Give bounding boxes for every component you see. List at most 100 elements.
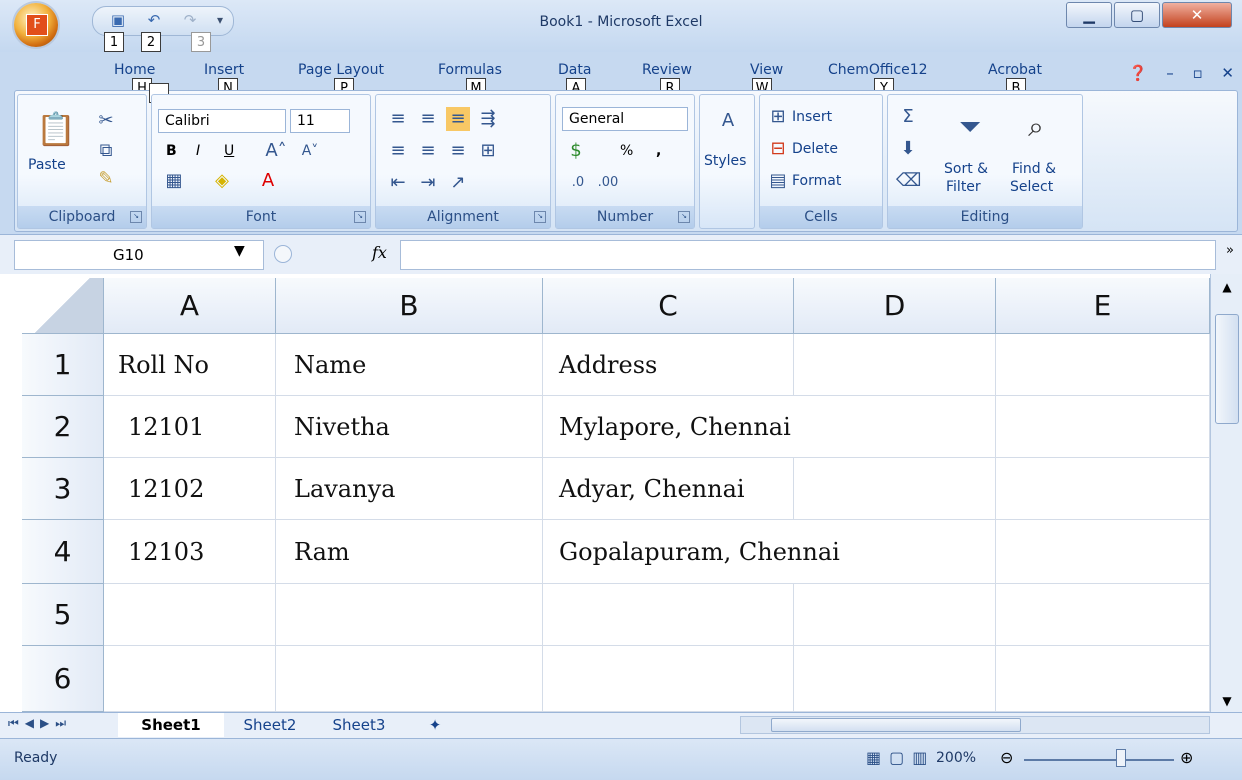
formula-input[interactable]: [400, 240, 1216, 270]
tab-data[interactable]: Data: [558, 62, 591, 78]
ribbon-minimize-icon[interactable]: –: [1166, 64, 1174, 82]
tab-formulas[interactable]: Formulas: [438, 62, 502, 78]
help-icon[interactable]: ❓: [1129, 64, 1148, 82]
cell-e6[interactable]: [996, 646, 1210, 712]
delete-cells-icon[interactable]: ⊟: [766, 137, 790, 161]
cell-c4[interactable]: Gopalapuram, Chennai: [543, 520, 840, 584]
tab-acrobat[interactable]: Acrobat: [988, 62, 1042, 78]
sort-filter-label-2[interactable]: Filter: [946, 177, 981, 197]
scroll-down-icon[interactable]: ▼: [1219, 694, 1235, 708]
cell-c2[interactable]: Mylapore, Chennai: [543, 396, 794, 458]
align-right-icon[interactable]: ≡: [446, 139, 470, 163]
align-center-icon[interactable]: ≡: [416, 139, 440, 163]
sheet-tab-2[interactable]: Sheet2: [226, 713, 314, 737]
find-select-label[interactable]: Find &: [1012, 159, 1056, 179]
format-painter-icon[interactable]: ✎: [94, 167, 118, 191]
sheet-nav-icon[interactable]: ⏮◀▶⏭: [8, 716, 72, 731]
cell-c5[interactable]: [543, 584, 794, 646]
accounting-format-icon[interactable]: $: [564, 139, 588, 163]
scroll-up-icon[interactable]: ▲: [1219, 280, 1235, 294]
cell-e5[interactable]: [996, 584, 1210, 646]
increase-indent-icon[interactable]: ⇥: [416, 171, 440, 195]
zoom-level[interactable]: 200%: [936, 750, 976, 766]
tab-review[interactable]: Review: [642, 62, 692, 78]
column-header-b[interactable]: B: [276, 278, 543, 334]
autosum-icon[interactable]: Σ: [896, 105, 920, 129]
cell-b2[interactable]: Nivetha: [276, 396, 543, 458]
redo-icon[interactable]: ↷: [181, 12, 199, 28]
cell-e3[interactable]: [996, 458, 1210, 520]
insert-cells-icon[interactable]: ⊞: [766, 105, 790, 129]
ribbon-restore-icon[interactable]: ▫: [1192, 64, 1202, 82]
cell-b4[interactable]: Ram: [276, 520, 543, 584]
insert-sheet-icon[interactable]: ✦: [410, 713, 460, 737]
styles-icon[interactable]: A: [714, 109, 742, 137]
sheet-tab-1[interactable]: Sheet1: [118, 713, 224, 737]
comma-style-button[interactable]: ,: [656, 141, 661, 161]
cell-c1[interactable]: Address: [543, 334, 794, 396]
undo-icon[interactable]: ↶: [145, 12, 163, 28]
grow-font-icon[interactable]: A˄: [264, 139, 288, 163]
save-icon[interactable]: ▣: [109, 12, 127, 28]
align-top-icon[interactable]: ≡: [386, 107, 410, 131]
percent-style-button[interactable]: %: [620, 141, 633, 161]
column-header-e[interactable]: E: [996, 278, 1210, 334]
cell-d4[interactable]: [794, 520, 996, 584]
view-buttons-icon[interactable]: ▦▢▥: [866, 748, 935, 767]
cell-a4[interactable]: 12103: [104, 520, 276, 584]
find-icon[interactable]: ⌕: [1018, 109, 1054, 145]
shrink-font-icon[interactable]: A˅: [298, 139, 322, 163]
font-name-select[interactable]: Calibri: [158, 109, 286, 133]
row-header-2[interactable]: 2: [22, 396, 104, 458]
zoom-out-icon[interactable]: ⊖: [1000, 748, 1013, 767]
customize-qat-icon[interactable]: ▾: [211, 12, 229, 28]
cell-c3[interactable]: Adyar, Chennai: [543, 458, 794, 520]
cell-e4[interactable]: [996, 520, 1210, 584]
align-middle-icon[interactable]: ≡: [416, 107, 440, 131]
wrap-text-icon[interactable]: ⇶: [476, 107, 500, 131]
paste-button[interactable]: Paste: [28, 155, 66, 175]
underline-button[interactable]: U: [224, 141, 234, 161]
row-header-4[interactable]: 4: [22, 520, 104, 584]
cell-b5[interactable]: [276, 584, 543, 646]
cell-d6[interactable]: [794, 646, 996, 712]
tab-page-layout[interactable]: Page Layout: [298, 62, 384, 78]
cell-d3[interactable]: [794, 458, 996, 520]
clear-icon[interactable]: ⌫: [896, 169, 921, 193]
minimize-button[interactable]: ▁: [1066, 2, 1112, 28]
copy-icon[interactable]: ⧉: [94, 139, 118, 163]
font-launcher-icon[interactable]: ↘: [354, 211, 366, 223]
align-bottom-icon[interactable]: ≡: [446, 107, 470, 131]
cell-a2[interactable]: 12101: [104, 396, 276, 458]
insert-cells-button[interactable]: Insert: [792, 107, 832, 127]
fill-icon[interactable]: ⬇: [896, 137, 920, 161]
cell-c6[interactable]: [543, 646, 794, 712]
office-button[interactable]: F: [14, 3, 58, 47]
cell-d1[interactable]: [794, 334, 996, 396]
cell-a3[interactable]: 12102: [104, 458, 276, 520]
cell-b3[interactable]: Lavanya: [276, 458, 543, 520]
delete-cells-button[interactable]: Delete: [792, 139, 838, 159]
zoom-slider[interactable]: [1024, 759, 1174, 761]
align-left-icon[interactable]: ≡: [386, 139, 410, 163]
cell-d2[interactable]: [794, 396, 996, 458]
merge-center-icon[interactable]: ⊞: [476, 139, 500, 163]
sort-filter-label[interactable]: Sort &: [944, 159, 988, 179]
ribbon-close-icon[interactable]: ✕: [1221, 64, 1234, 82]
number-format-select[interactable]: General: [562, 107, 688, 131]
cell-a6[interactable]: [104, 646, 276, 712]
insert-function-icon[interactable]: fx: [372, 243, 387, 262]
find-select-label-2[interactable]: Select: [1010, 177, 1053, 197]
clipboard-launcher-icon[interactable]: ↘: [130, 211, 142, 223]
row-header-5[interactable]: 5: [22, 584, 104, 646]
font-size-select[interactable]: 11: [290, 109, 350, 133]
cell-a5[interactable]: [104, 584, 276, 646]
tab-chemoffice12[interactable]: ChemOffice12: [828, 62, 928, 78]
maximize-button[interactable]: ▢: [1114, 2, 1160, 28]
decrease-decimal-icon[interactable]: .00: [596, 171, 620, 195]
row-header-3[interactable]: 3: [22, 458, 104, 520]
horizontal-scrollbar[interactable]: [740, 716, 1210, 734]
cell-a1[interactable]: Roll No: [104, 334, 276, 396]
font-color-icon[interactable]: A: [256, 169, 280, 193]
zoom-slider-thumb[interactable]: [1116, 749, 1126, 767]
